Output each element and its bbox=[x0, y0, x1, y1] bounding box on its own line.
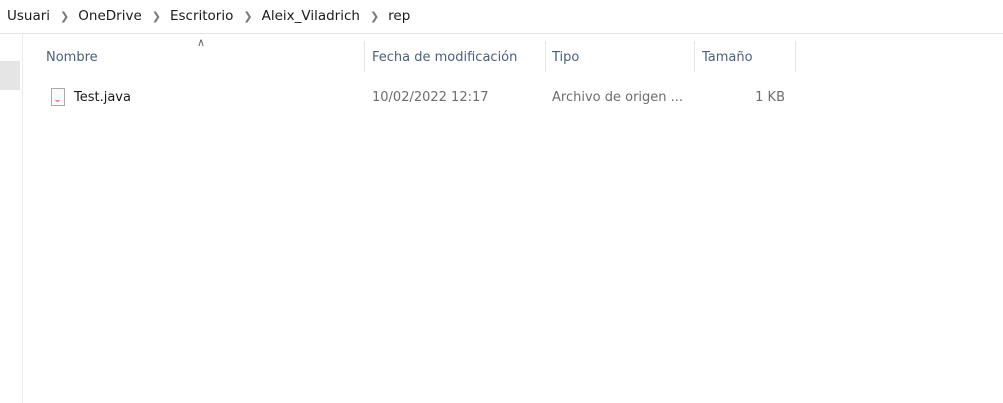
column-divider[interactable] bbox=[545, 41, 546, 72]
navigation-pane-selected-item[interactable] bbox=[0, 61, 20, 90]
chevron-right-icon[interactable]: ❯ bbox=[370, 10, 379, 23]
divider bbox=[0, 33, 1003, 34]
breadcrumb-rep[interactable]: rep bbox=[388, 8, 410, 24]
java-file-icon bbox=[51, 88, 65, 106]
column-header-size[interactable]: Tamaño bbox=[702, 43, 792, 72]
column-header-type[interactable]: Tipo bbox=[552, 43, 692, 72]
column-header-modified[interactable]: Fecha de modificación bbox=[372, 43, 542, 72]
column-divider[interactable] bbox=[795, 41, 796, 72]
file-type: Archivo de origen ... bbox=[552, 89, 684, 105]
breadcrumb-aleix-viladrich[interactable]: Aleix_Viladrich bbox=[262, 8, 360, 24]
breadcrumb-usuari[interactable]: Usuari bbox=[7, 8, 50, 24]
breadcrumb: Usuari ❯ OneDrive ❯ Escritorio ❯ Aleix_V… bbox=[7, 6, 410, 26]
column-divider[interactable] bbox=[364, 41, 365, 72]
breadcrumb-onedrive[interactable]: OneDrive bbox=[78, 8, 141, 24]
chevron-right-icon[interactable]: ❯ bbox=[152, 10, 161, 23]
chevron-right-icon[interactable]: ❯ bbox=[60, 10, 69, 23]
chevron-right-icon[interactable]: ❯ bbox=[243, 10, 252, 23]
file-name: Test.java bbox=[74, 89, 131, 105]
file-modified: 10/02/2022 12:17 bbox=[372, 89, 489, 105]
column-header-name[interactable]: Nombre bbox=[46, 43, 362, 72]
breadcrumb-escritorio[interactable]: Escritorio bbox=[170, 8, 233, 24]
file-size: 1 KB bbox=[755, 89, 785, 105]
column-divider[interactable] bbox=[694, 41, 695, 72]
file-name-cell[interactable]: Test.java bbox=[51, 87, 131, 107]
